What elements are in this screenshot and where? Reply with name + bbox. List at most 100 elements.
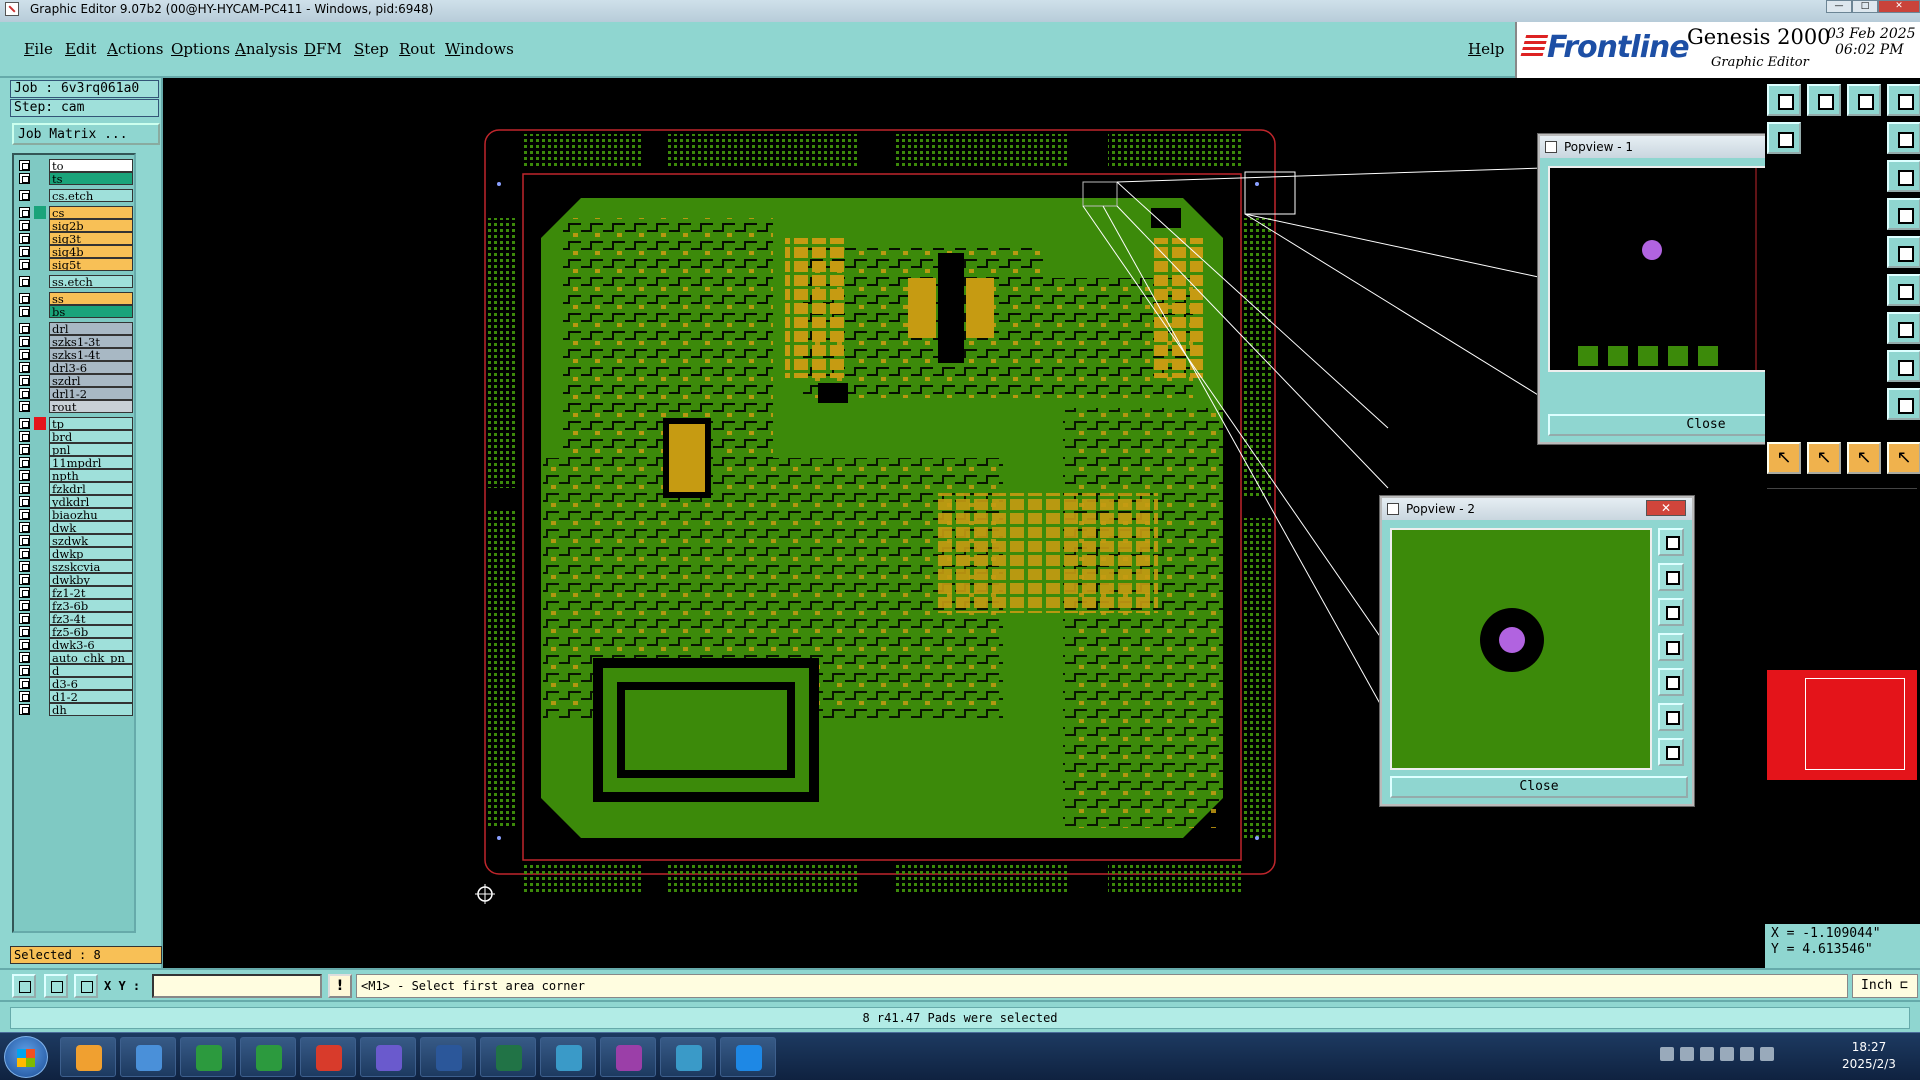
layer-name[interactable]: brd bbox=[49, 430, 133, 443]
close-window-button[interactable]: ✕ bbox=[1878, 0, 1920, 13]
layer-row[interactable]: ts bbox=[16, 172, 134, 186]
taskbar-app[interactable] bbox=[60, 1037, 116, 1077]
layer-name[interactable]: bs bbox=[49, 305, 133, 318]
layer-name[interactable]: sig5t bbox=[49, 258, 133, 271]
layer-name[interactable]: cs.etch bbox=[49, 189, 133, 202]
tool-3-icon[interactable] bbox=[1847, 84, 1881, 116]
layer-row[interactable]: biaozhu bbox=[16, 508, 134, 522]
layer-name[interactable]: sig3t bbox=[49, 232, 133, 245]
layer-checkbox[interactable] bbox=[19, 652, 30, 663]
layer-row[interactable]: sig5t bbox=[16, 258, 134, 272]
taskbar-app[interactable] bbox=[540, 1037, 596, 1077]
layer-name[interactable]: fz1-2t bbox=[49, 586, 133, 599]
layer-name[interactable]: szskcvia bbox=[49, 560, 133, 573]
tool-6-icon[interactable] bbox=[1887, 122, 1920, 154]
layer-checkbox[interactable] bbox=[19, 704, 30, 715]
layer-checkbox[interactable] bbox=[19, 401, 30, 412]
layer-checkbox[interactable] bbox=[19, 190, 30, 201]
tray-icon[interactable] bbox=[1760, 1046, 1774, 1061]
layer-checkbox[interactable] bbox=[19, 457, 30, 468]
popview-2-close-button[interactable]: Close bbox=[1390, 776, 1688, 798]
layer-name[interactable]: sig4b bbox=[49, 245, 133, 258]
layer-name[interactable]: szdwk bbox=[49, 534, 133, 547]
layer-name[interactable]: fz3-6b bbox=[49, 599, 133, 612]
layer-name[interactable]: szdrl bbox=[49, 374, 133, 387]
taskbar-app[interactable] bbox=[600, 1037, 656, 1077]
snap-mode-icon[interactable] bbox=[12, 974, 36, 998]
tray-icon[interactable] bbox=[1740, 1046, 1754, 1061]
tool-1-icon[interactable] bbox=[1767, 84, 1801, 116]
layer-name[interactable]: ss bbox=[49, 292, 133, 305]
layer-checkbox[interactable] bbox=[19, 639, 30, 650]
tool-4-icon[interactable] bbox=[1887, 84, 1920, 116]
window-title-bar[interactable]: Graphic Editor 9.07b2 (00@HY-HYCAM-PC411… bbox=[0, 0, 1920, 22]
layer-row[interactable]: fz3-4t bbox=[16, 612, 134, 626]
zoom-in-icon[interactable] bbox=[1658, 563, 1684, 591]
layer-checkbox[interactable] bbox=[19, 259, 30, 270]
layer-checkbox[interactable] bbox=[19, 522, 30, 533]
layer-row[interactable]: npth bbox=[16, 469, 134, 483]
tray-icon[interactable] bbox=[1720, 1046, 1734, 1061]
taskbar-app[interactable] bbox=[360, 1037, 416, 1077]
layer-row[interactable]: drl3-6 bbox=[16, 361, 134, 375]
layer-row[interactable]: fz1-2t bbox=[16, 586, 134, 600]
layer-name[interactable]: szks1-3t bbox=[49, 335, 133, 348]
layer-row[interactable]: drl1-2 bbox=[16, 387, 134, 401]
layer-row[interactable]: auto_chk_pn bbox=[16, 651, 134, 665]
menu-options[interactable]: Options bbox=[171, 40, 230, 58]
layer-name[interactable]: szks1-4t bbox=[49, 348, 133, 361]
layer-checkbox[interactable] bbox=[19, 233, 30, 244]
layer-row[interactable]: dwk3-6 bbox=[16, 638, 134, 652]
layer-row[interactable]: to bbox=[16, 159, 134, 173]
layer-name[interactable]: fz3-4t bbox=[49, 612, 133, 625]
select-point-icon[interactable]: ↖ bbox=[1807, 442, 1841, 474]
grid-mode-icon[interactable] bbox=[74, 974, 98, 998]
layer-checkbox[interactable] bbox=[19, 173, 30, 184]
layer-checkbox[interactable] bbox=[19, 207, 30, 218]
layer-row[interactable]: szskcvia bbox=[16, 560, 134, 574]
layer-row[interactable]: ss bbox=[16, 292, 134, 306]
layer-checkbox[interactable] bbox=[19, 496, 30, 507]
layer-row[interactable]: cs.etch bbox=[16, 189, 134, 203]
snap-icon[interactable]: ↖ bbox=[1847, 442, 1881, 474]
layer-name[interactable]: tp bbox=[49, 417, 133, 430]
zoom-extents-icon[interactable] bbox=[1658, 703, 1684, 731]
layer-checkbox[interactable] bbox=[19, 306, 30, 317]
layer-row[interactable]: szks1-3t bbox=[16, 335, 134, 349]
maximize-button[interactable]: □ bbox=[1852, 0, 1878, 13]
layer-name[interactable]: npth bbox=[49, 469, 133, 482]
tool-9-icon[interactable] bbox=[1887, 236, 1920, 268]
layer-row[interactable]: rout bbox=[16, 400, 134, 414]
minimize-button[interactable]: — bbox=[1826, 0, 1852, 13]
layer-row[interactable]: fz5-6b bbox=[16, 625, 134, 639]
layer-name[interactable]: pnl bbox=[49, 443, 133, 456]
popview-2[interactable]: Popview - 2 ✕ Close bbox=[1380, 496, 1694, 806]
menu-dfm[interactable]: DFM bbox=[304, 40, 342, 58]
taskbar-app[interactable] bbox=[720, 1037, 776, 1077]
tool-12-icon[interactable] bbox=[1887, 350, 1920, 382]
layer-row[interactable]: d bbox=[16, 664, 134, 678]
taskbar-app[interactable] bbox=[660, 1037, 716, 1077]
layer-checkbox[interactable] bbox=[19, 276, 30, 287]
layer-name[interactable]: auto_chk_pn bbox=[49, 651, 133, 664]
layer-name[interactable]: drl bbox=[49, 322, 133, 335]
layer-row[interactable]: sig2b bbox=[16, 219, 134, 233]
menu-edit[interactable]: Edit bbox=[65, 40, 96, 58]
layer-row[interactable]: sig4b bbox=[16, 245, 134, 259]
layer-checkbox[interactable] bbox=[19, 561, 30, 572]
layer-row[interactable]: drl bbox=[16, 322, 134, 336]
zoom-fit-icon[interactable] bbox=[1658, 528, 1684, 556]
layer-row[interactable]: 11mpdrl bbox=[16, 456, 134, 470]
layer-row[interactable]: brd bbox=[16, 430, 134, 444]
layer-checkbox[interactable] bbox=[19, 293, 30, 304]
layer-checkbox[interactable] bbox=[19, 336, 30, 347]
tool-5-icon[interactable] bbox=[1767, 122, 1801, 154]
layer-checkbox[interactable] bbox=[19, 246, 30, 257]
overview-map[interactable] bbox=[1767, 670, 1917, 780]
system-tray[interactable] bbox=[1660, 1043, 1840, 1071]
layer-checkbox[interactable] bbox=[19, 444, 30, 455]
layer-checkbox[interactable] bbox=[19, 470, 30, 481]
layer-row[interactable]: d3-6 bbox=[16, 677, 134, 691]
layer-name[interactable]: dwkp bbox=[49, 547, 133, 560]
taskbar-app[interactable] bbox=[300, 1037, 356, 1077]
